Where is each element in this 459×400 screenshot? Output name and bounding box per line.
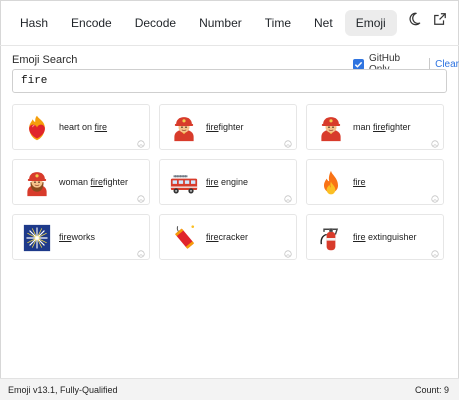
result-count: Count: 9 [414,385,449,395]
fireworks-icon [23,224,51,252]
emoji-card-firefighter[interactable]: firefighter [159,104,297,150]
moon-icon[interactable] [407,12,421,26]
nav-actions [407,12,447,26]
emoji-name: woman firefighter [59,177,129,187]
emoji-card-woman-firefighter[interactable]: woman firefighter [12,159,150,205]
firefighter-icon [170,114,198,142]
top-nav: Hash Encode Decode Number Time Net Emoji [0,0,459,45]
emoji-card-heart-on-fire[interactable]: heart on fire [12,104,150,150]
tab-decode[interactable]: Decode [124,10,187,36]
match-highlight: fire [94,122,108,132]
tab-time[interactable]: Time [254,10,302,36]
emoji-version: Emoji v13.1, Fully-Qualified [8,385,118,395]
match-highlight: fire [353,232,366,242]
match-highlight: fire [206,177,219,187]
heart-on-fire-icon [23,114,51,142]
emoji-name: fire engine [206,177,249,187]
firecracker-icon [170,224,198,252]
tab-net[interactable]: Net [303,10,344,36]
match-highlight: fire [206,122,219,132]
tab-hash[interactable]: Hash [9,10,59,36]
status-bar: Emoji v13.1, Fully-Qualified Count: 9 [0,378,459,400]
emoji-name: fireworks [59,232,96,242]
check-icon [354,61,363,68]
github-only-checkbox[interactable] [353,58,364,70]
emoji-card-fire-engine[interactable]: fire engine [159,159,297,205]
emoji-card-fireworks[interactable]: fireworks [12,214,150,260]
github-icon [284,192,292,203]
emoji-name: heart on fire [59,122,108,132]
emoji-name: firefighter [206,122,244,132]
emoji-name: fire [353,177,366,187]
fire-engine-icon [170,169,198,197]
external-link-icon[interactable] [433,12,447,26]
match-highlight: fire [206,232,219,242]
tab-emoji[interactable]: Emoji [344,9,397,36]
clear-button[interactable]: Clear [435,59,459,70]
tab-encode[interactable]: Encode [60,10,123,36]
github-icon [284,247,292,258]
emoji-name: man firefighter [353,122,411,132]
match-highlight: fire [353,177,366,187]
man-firefighter-icon [317,114,345,142]
github-icon [284,137,292,148]
fire-icon [317,169,345,197]
emoji-card-fire[interactable]: fire [306,159,444,205]
match-highlight: fire [373,122,386,132]
github-icon [431,247,439,258]
github-icon [431,192,439,203]
github-icon [137,137,145,148]
search-title: Emoji Search [12,54,78,66]
emoji-card-fire-extinguisher[interactable]: fire extinguisher [306,214,444,260]
github-icon [137,192,145,203]
match-highlight: fire [90,177,104,187]
emoji-card-man-firefighter[interactable]: man firefighter [306,104,444,150]
emoji-name: firecracker [206,232,249,242]
tab-number[interactable]: Number [188,10,253,36]
woman-firefighter-icon [23,169,51,197]
match-highlight: fire [59,232,72,242]
github-icon [137,247,145,258]
nav-divider [0,45,459,46]
emoji-name: fire extinguisher [353,232,417,242]
github-icon [431,137,439,148]
emoji-card-firecracker[interactable]: firecracker [159,214,297,260]
fire-extinguisher-icon [317,224,345,252]
search-input[interactable] [12,69,447,93]
